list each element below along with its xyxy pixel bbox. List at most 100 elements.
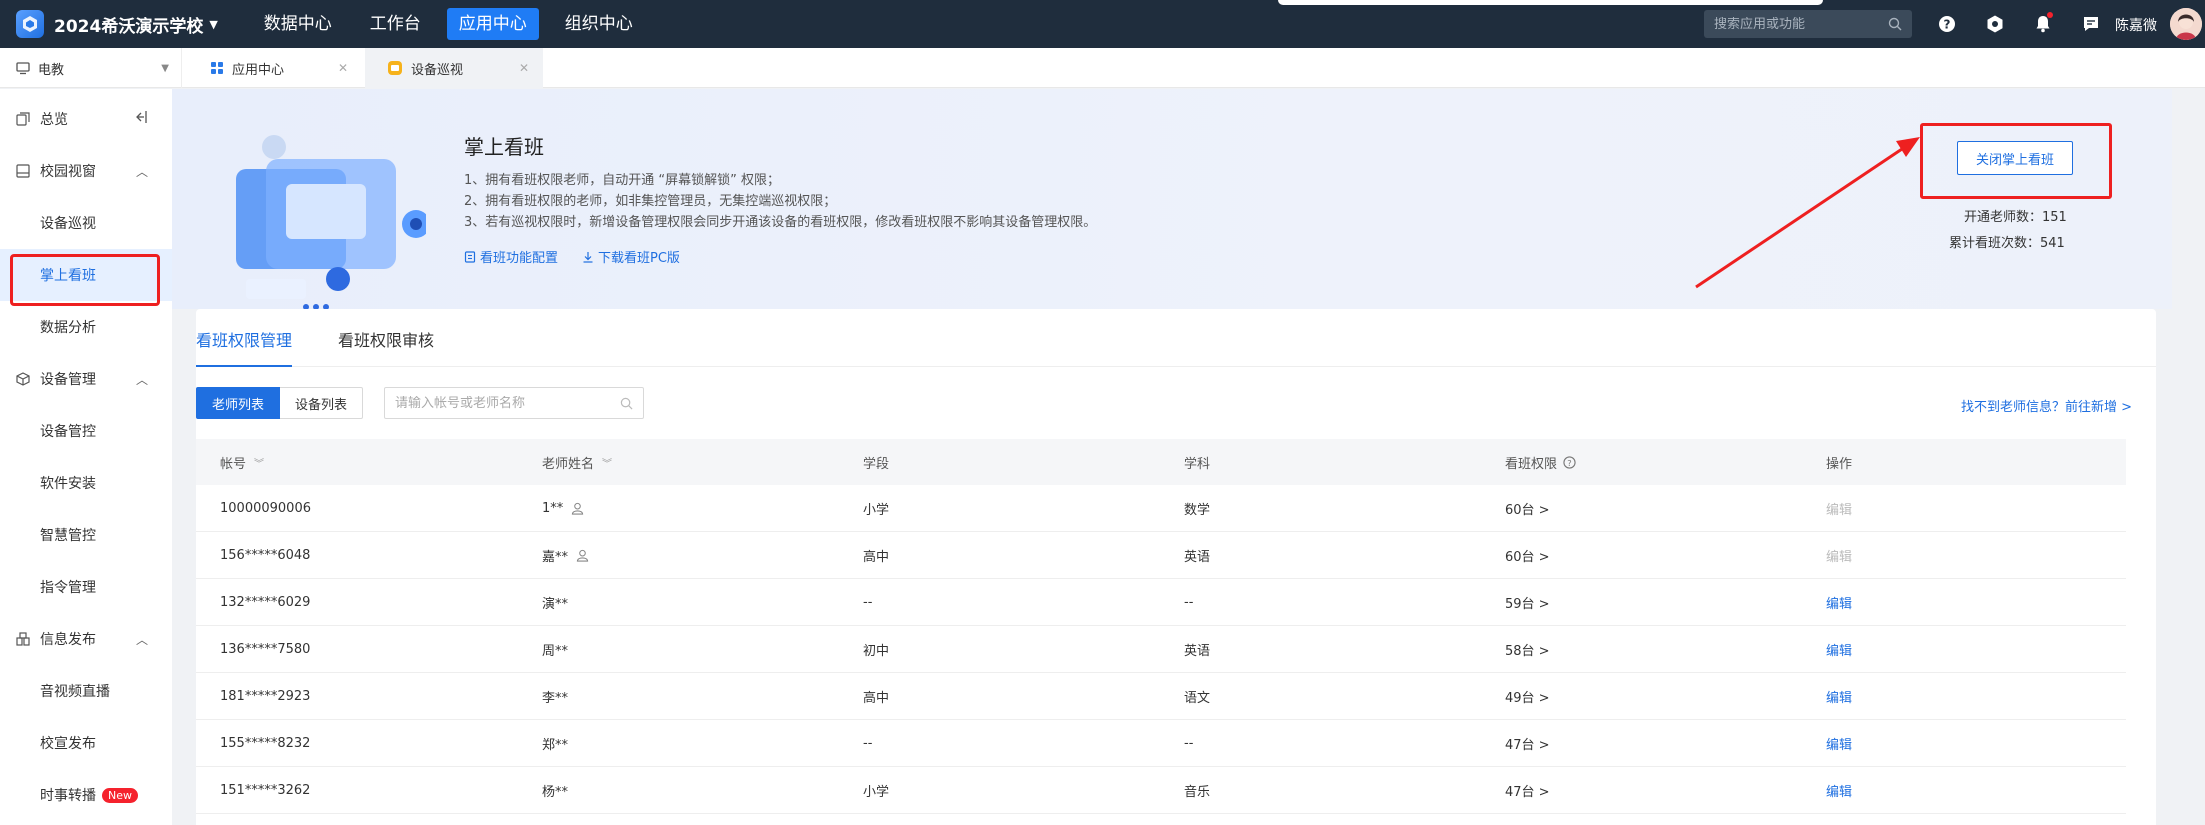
svg-text:?: ? — [1567, 457, 1571, 467]
sidebar-item-device-patrol[interactable]: 设备巡视 — [0, 197, 172, 249]
settings-hex-icon[interactable] — [1983, 12, 2007, 36]
svg-text:?: ? — [1944, 18, 1951, 32]
col-teacher-name[interactable]: 老师姓名 ︾ — [542, 439, 612, 485]
cell-account: 151*****3262 — [220, 782, 311, 798]
col-subject: 学科 — [1184, 456, 1211, 472]
sidebar-item-command-management[interactable]: 指令管理 — [0, 561, 172, 613]
teacher-search-input[interactable] — [395, 395, 620, 411]
edit-button[interactable]: 编辑 — [1826, 673, 1852, 719]
school-logo-icon — [16, 10, 44, 38]
highlight-box-sidebar — [10, 254, 160, 306]
edit-button: 编辑 — [1826, 502, 1853, 518]
cell-stage: 小学 — [863, 502, 890, 518]
cell-permission-link[interactable]: 47台 > — [1505, 720, 1550, 766]
nav-data-center[interactable]: 数据中心 — [252, 8, 344, 40]
tab-device-patrol[interactable]: 设备巡视 ✕ — [365, 48, 543, 88]
tab-label: 电教 — [38, 62, 65, 78]
sidebar-group-info-publish[interactable]: 信息发布 ︿ — [0, 613, 172, 665]
tab-permission-management[interactable]: 看班权限管理 — [196, 327, 292, 351]
edit-button[interactable]: 编辑 — [1826, 720, 1852, 766]
teacher-search[interactable] — [384, 387, 644, 419]
caret-down-icon[interactable]: ▼ — [161, 63, 169, 74]
config-link[interactable]: 看班功能配置 — [464, 247, 558, 266]
sidebar-group-campus-view[interactable]: 校园视窗 ︿ — [0, 145, 172, 197]
table-row: 132*****6029 演** -- -- 59台 > 编辑 — [196, 579, 2126, 626]
sidebar-group-device-management[interactable]: 设备管理 ︿ — [0, 353, 172, 405]
collapse-sidebar-icon[interactable] — [132, 110, 148, 128]
sidebar-item-campus-publish[interactable]: 校宣发布 — [0, 717, 172, 769]
cell-permission-link[interactable]: 60台 > — [1505, 485, 1550, 531]
edit-button[interactable]: 编辑 — [1826, 767, 1852, 813]
caret-down-icon[interactable]: ▼ — [209, 18, 217, 31]
question-circle-icon[interactable]: ? — [1563, 455, 1576, 469]
cell-permission-link[interactable]: 49台 > — [1505, 673, 1550, 719]
edit-button[interactable]: 编辑 — [1826, 579, 1852, 625]
new-badge: New — [102, 787, 138, 803]
cell-name: 演** — [542, 596, 569, 612]
search-icon[interactable] — [1888, 17, 1902, 31]
col-account[interactable]: 帐号 ︾ — [220, 439, 264, 485]
table-row: 156*****6048 嘉** 高中 英语 60台 > 编辑 — [196, 532, 2126, 579]
edit-button[interactable]: 编辑 — [1826, 626, 1852, 672]
teacher-list-button[interactable]: 老师列表 — [196, 387, 281, 419]
chevron-up-icon[interactable]: ︿ — [136, 371, 148, 388]
cell-subject: 数学 — [1184, 502, 1211, 518]
sidebar-item-data-analysis[interactable]: 数据分析 — [0, 301, 172, 353]
cell-permission-link[interactable]: 60台 > — [1505, 532, 1550, 578]
cell-permission-link[interactable]: 58台 > — [1505, 626, 1550, 672]
avatar[interactable] — [2170, 8, 2202, 40]
close-class-watch-button[interactable]: 关闭掌上看班 — [1957, 141, 2073, 175]
sidebar-item-news-broadcast[interactable]: 时事转播 New — [0, 769, 172, 821]
col-stage: 学段 — [863, 456, 890, 472]
monitor-icon — [16, 61, 30, 75]
sidebar-item-smart-control[interactable]: 智慧管控 — [0, 509, 172, 561]
table-row: 151*****3262 杨** 小学 音乐 47台 > 编辑 — [196, 767, 2126, 814]
cell-name: 杨** — [542, 784, 569, 800]
panel-tabs: 看班权限管理 看班权限审核 — [196, 309, 2156, 367]
sort-icon[interactable]: ︾ — [602, 455, 612, 470]
tab-diannjiao[interactable]: 电教 ▼ — [0, 48, 182, 88]
sidebar: 总览 校园视窗 ︿ 设备巡视 掌上看班 数据分析 设备管理 ︿ 设备管控 软件安… — [0, 89, 172, 825]
global-search-input[interactable] — [1714, 16, 1888, 32]
permission-panel: 看班权限管理 看班权限审核 老师列表 设备列表 找不到老师信息？前往新增 > 帐… — [196, 309, 2156, 825]
tab-permission-review[interactable]: 看班权限审核 — [338, 327, 434, 351]
download-link[interactable]: 下载看班PC版 — [582, 247, 680, 266]
table-row: 10000090006 1** 小学 数学 60台 > 编辑 — [196, 485, 2126, 532]
sidebar-item-label: 设备管控 — [40, 424, 96, 440]
feature-banner: 掌上看班 1、拥有看班权限老师，自动开通 “屏幕锁解锁” 权限； 2、拥有看班权… — [172, 89, 2172, 309]
sidebar-item-overview[interactable]: 总览 — [0, 93, 172, 145]
sidebar-item-label: 音视频直播 — [40, 684, 110, 700]
user-name[interactable]: 陈嘉微 — [2115, 15, 2157, 35]
chevron-up-icon[interactable]: ︿ — [136, 163, 148, 180]
sort-icon[interactable]: ︾ — [254, 455, 264, 470]
cell-subject: -- — [1184, 594, 1194, 610]
table-row: 181*****2923 李** 高中 语文 49台 > 编辑 — [196, 673, 2126, 720]
window-icon — [16, 164, 30, 178]
search-icon[interactable] — [620, 397, 633, 410]
nav-org-center[interactable]: 组织中心 — [553, 8, 645, 40]
cell-permission-link[interactable]: 59台 > — [1505, 579, 1550, 625]
message-icon[interactable] — [2079, 12, 2103, 36]
sidebar-item-av-live[interactable]: 音视频直播 — [0, 665, 172, 717]
sidebar-item-software-install[interactable]: 软件安装 — [0, 457, 172, 509]
cell-permission-link[interactable]: 47台 > — [1505, 767, 1550, 813]
add-teacher-link[interactable]: 找不到老师信息？前往新增 > — [1961, 396, 2132, 415]
bell-icon[interactable] — [2031, 12, 2055, 36]
close-icon[interactable]: ✕ — [519, 61, 529, 75]
sidebar-item-device-control[interactable]: 设备管控 — [0, 405, 172, 457]
cell-subject: -- — [1184, 735, 1194, 751]
global-search[interactable] — [1704, 10, 1912, 38]
cell-name: 李** — [542, 690, 569, 706]
nav-app-center[interactable]: 应用中心 — [446, 8, 539, 40]
close-icon[interactable]: ✕ — [338, 61, 348, 75]
tab-app-center[interactable]: 应用中心 ✕ — [190, 48, 362, 88]
help-icon[interactable]: ? — [1935, 12, 1959, 36]
cell-stage: 小学 — [863, 784, 890, 800]
chevron-up-icon[interactable]: ︿ — [136, 631, 148, 648]
col-account-label: 帐号 — [220, 456, 247, 472]
sidebar-item-label: 指令管理 — [40, 580, 96, 596]
main-content: 掌上看班 1、拥有看班权限老师，自动开通 “屏幕锁解锁” 权限； 2、拥有看班权… — [172, 89, 2205, 825]
device-list-button[interactable]: 设备列表 — [280, 387, 364, 419]
nav-workbench[interactable]: 工作台 — [358, 8, 433, 40]
school-name[interactable]: 2024希沃演示学校 — [54, 12, 203, 37]
